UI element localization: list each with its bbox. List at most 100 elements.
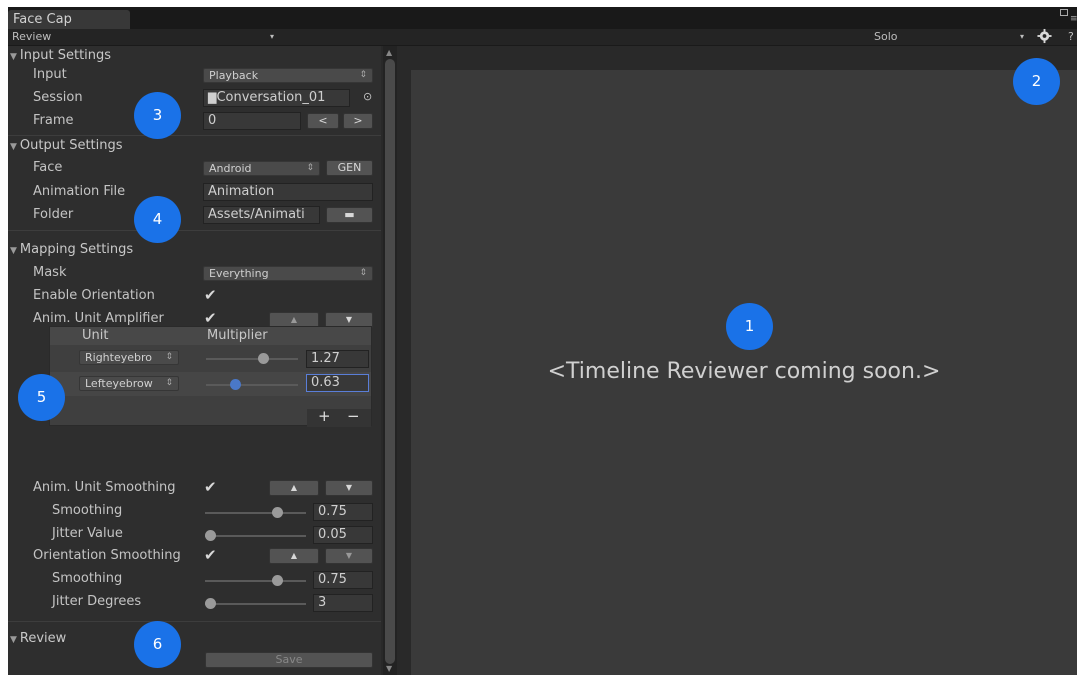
scroll-down-arrow-icon[interactable]: ▼ — [386, 664, 392, 673]
slider-knob[interactable] — [229, 379, 241, 390]
scroll-thumb[interactable] — [385, 59, 395, 664]
mapping-settings-header[interactable]: ▼ Mapping Settings — [10, 241, 133, 259]
orientation-smoothing-label: Orientation Smoothing — [33, 548, 181, 563]
enable-orientation-label: Enable Orientation — [33, 288, 155, 303]
move-up-button[interactable]: ▲ — [269, 548, 319, 564]
enable-orientation-checkbox[interactable]: ✔ — [204, 287, 217, 303]
collapse-triangle-icon: ▼ — [10, 246, 17, 256]
remove-button[interactable]: − — [347, 407, 360, 425]
input-dropdown[interactable]: Playback ⇕ — [203, 68, 373, 83]
animation-file-field[interactable]: Animation — [203, 183, 373, 201]
move-down-button[interactable]: ▼ — [325, 480, 373, 496]
updown-arrow-icon: ⇕ — [165, 378, 173, 388]
jitter-slider[interactable] — [205, 535, 306, 537]
jitter-value-field[interactable]: 0.05 — [313, 526, 373, 544]
jitter-degrees-slider[interactable] — [205, 603, 306, 605]
prev-frame-button[interactable]: < — [307, 113, 339, 129]
multiplier-value-field[interactable]: 1.27 — [306, 350, 369, 368]
settings-panel: ▼ Input Settings Input Playback ⇕ Session … — [8, 46, 381, 675]
maximize-icon[interactable] — [1060, 9, 1068, 16]
folder-browse-button[interactable]: ▬ — [326, 207, 373, 223]
chevron-down-icon: ▾ — [270, 32, 275, 41]
mask-dropdown[interactable]: Everything ⇕ — [203, 266, 373, 281]
timeline-placeholder-message: <Timeline Reviewer coming soon.> — [547, 359, 941, 384]
table-row[interactable]: Righteyebro ⇕ 1.27 — [50, 347, 371, 371]
face-dropdown[interactable]: Android ⇕ — [203, 161, 320, 176]
anim-unit-smoothing-label: Anim. Unit Smoothing — [33, 480, 176, 495]
slider-knob[interactable] — [258, 353, 270, 364]
add-button[interactable]: + — [318, 407, 331, 425]
column-multiplier-header: Multiplier — [207, 328, 268, 343]
tab-strip: Face Cap ≡ — [8, 7, 1077, 29]
frame-field[interactable]: 0 — [203, 112, 301, 130]
jitter-degrees-label: Jitter Degrees — [52, 594, 142, 609]
anim-unit-smoothing-checkbox[interactable]: ✔ — [204, 479, 217, 495]
mask-label: Mask — [33, 265, 67, 280]
annotation-badge-2: 2 — [1013, 58, 1060, 105]
updown-arrow-icon: ⇕ — [306, 163, 314, 173]
output-settings-header[interactable]: ▼ Output Settings — [10, 137, 123, 155]
move-down-button[interactable]: ▼ — [325, 548, 373, 564]
slider-knob[interactable] — [272, 507, 283, 518]
next-frame-button[interactable]: > — [343, 113, 373, 129]
unit-multiplier-table: Unit Multiplier Righteyebro ⇕ 1.27 Leftey… — [49, 326, 372, 427]
help-icon[interactable]: ? — [1068, 29, 1074, 45]
annotation-badge-5: 5 — [18, 374, 65, 421]
session-label: Session — [33, 90, 83, 105]
animation-file-label: Animation File — [33, 184, 126, 199]
divider — [8, 230, 381, 231]
chevron-down-icon: ▾ — [1020, 32, 1025, 41]
updown-arrow-icon: ⇕ — [359, 268, 367, 278]
solo-label: Solo — [874, 30, 898, 43]
annotation-badge-6: 6 — [134, 621, 181, 668]
mode-dropdown[interactable]: Review ▾ — [12, 29, 274, 45]
divider — [8, 135, 381, 136]
collapse-triangle-icon: ▼ — [10, 635, 17, 645]
updown-arrow-icon: ⇕ — [165, 352, 173, 362]
save-button[interactable]: Save — [205, 652, 373, 668]
solo-dropdown[interactable]: Solo ▾ — [874, 29, 1028, 45]
tab-face-cap[interactable]: Face Cap — [8, 10, 130, 29]
gear-icon[interactable] — [1037, 28, 1052, 44]
multiplier-slider[interactable] — [206, 358, 298, 360]
gen-button[interactable]: GEN — [326, 160, 373, 176]
session-field[interactable]: ▇Conversation_01 — [203, 89, 350, 107]
smoothing-value-field[interactable]: 0.75 — [313, 503, 373, 521]
collapse-triangle-icon: ▼ — [10, 52, 17, 62]
unit-dropdown[interactable]: Righteyebro ⇕ — [79, 350, 179, 365]
mode-label: Review — [12, 30, 52, 43]
frame-label: Frame — [33, 113, 74, 128]
slider-knob[interactable] — [272, 575, 283, 586]
folder-label: Folder — [33, 207, 74, 222]
orientation-smoothing-slider[interactable] — [205, 580, 306, 582]
move-up-button[interactable]: ▲ — [269, 480, 319, 496]
input-settings-header[interactable]: ▼ Input Settings — [10, 47, 111, 65]
table-row[interactable]: Lefteyebrow ⇕ 0.63 — [50, 372, 371, 396]
object-picker-icon[interactable]: ⊙ — [363, 90, 372, 103]
annotation-badge-1: 1 — [726, 303, 773, 350]
unit-dropdown[interactable]: Lefteyebrow ⇕ — [79, 376, 179, 391]
toolbar: Review ▾ Solo ▾ ? — [8, 28, 1077, 46]
jitter-degrees-value-field[interactable]: 3 — [313, 594, 373, 612]
smoothing-label: Smoothing — [52, 503, 123, 518]
amplifier-checkbox[interactable]: ✔ — [204, 310, 217, 326]
jitter-value-label: Jitter Value — [52, 526, 123, 541]
review-header[interactable]: ▼ Review — [10, 630, 66, 648]
orientation-smoothing-value-field[interactable]: 0.75 — [313, 571, 373, 589]
divider — [8, 621, 381, 622]
slider-knob[interactable] — [205, 598, 216, 609]
menu-icon[interactable]: ≡ — [1070, 15, 1077, 24]
scroll-up-arrow-icon[interactable]: ▲ — [386, 48, 392, 57]
orientation-smoothing-checkbox[interactable]: ✔ — [204, 547, 217, 563]
slider-knob[interactable] — [205, 530, 216, 541]
annotation-badge-4: 4 — [134, 196, 181, 243]
collapse-triangle-icon: ▼ — [10, 142, 17, 152]
multiplier-slider[interactable] — [206, 384, 298, 386]
folder-field[interactable]: Assets/Animati — [203, 206, 320, 224]
updown-arrow-icon: ⇕ — [359, 70, 367, 80]
panel-scrollbar[interactable]: ▲ ▼ — [383, 46, 397, 675]
face-label: Face — [33, 160, 63, 175]
smoothing-slider[interactable] — [205, 512, 306, 514]
multiplier-value-field[interactable]: 0.63 — [306, 374, 369, 392]
input-label: Input — [33, 67, 67, 82]
